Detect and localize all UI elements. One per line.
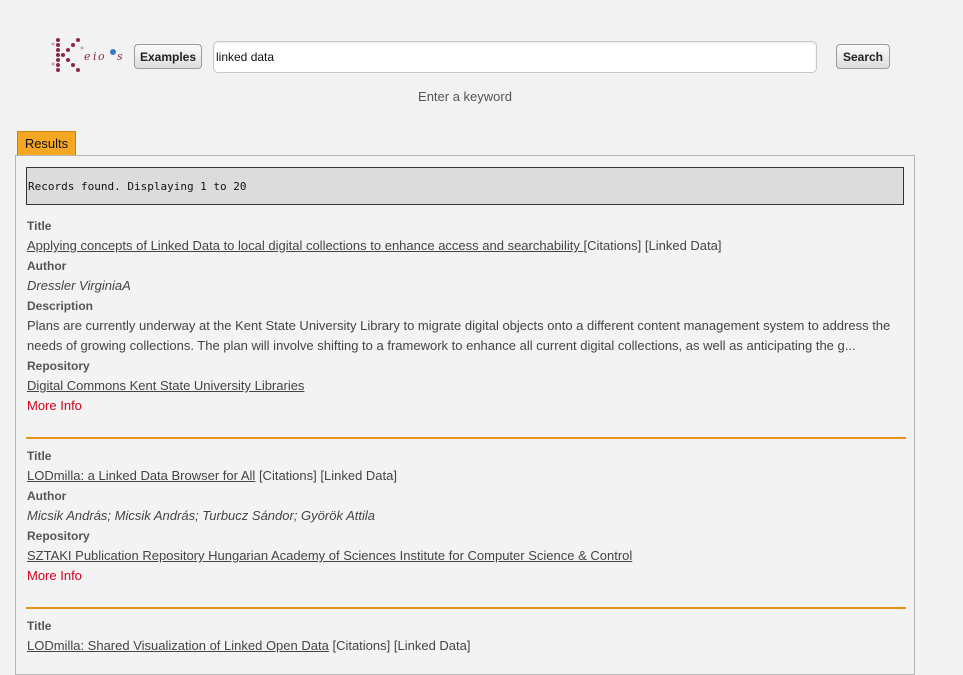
linked-data-link[interactable]: [Linked Data] xyxy=(320,468,397,483)
results-panel: Records found. Displaying 1 to 20 Title … xyxy=(15,155,915,675)
result-item: Title LODmilla: a Linked Data Browser fo… xyxy=(27,446,907,586)
title-label: Title xyxy=(27,449,52,463)
examples-button[interactable]: Examples xyxy=(134,44,202,69)
more-info-link[interactable]: More Info xyxy=(27,566,907,586)
result-title-link[interactable]: LODmilla: Shared Visualization of Linked… xyxy=(27,638,329,653)
result-separator xyxy=(26,437,906,439)
author-label: Author xyxy=(27,489,67,503)
svg-text:s: s xyxy=(117,50,123,63)
citations-link[interactable]: [Citations] xyxy=(332,638,390,653)
keios-logo: e i o s xyxy=(50,34,128,78)
svg-text:i: i xyxy=(93,50,97,63)
search-button[interactable]: Search xyxy=(836,44,890,69)
result-title-line: LODmilla: Shared Visualization of Linked… xyxy=(27,636,907,656)
result-description: Plans are currently underway at the Kent… xyxy=(27,318,891,353)
result-repository-link[interactable]: Digital Commons Kent State University Li… xyxy=(27,378,304,393)
author-label: Author xyxy=(27,259,67,273)
svg-text:o: o xyxy=(98,50,105,63)
result-repository-link[interactable]: SZTAKI Publication Repository Hungarian … xyxy=(27,548,632,563)
result-title-link[interactable]: LODmilla: a Linked Data Browser for All xyxy=(27,468,255,483)
svg-text:e: e xyxy=(84,50,91,63)
title-label: Title xyxy=(27,619,52,633)
linked-data-link[interactable]: [Linked Data] xyxy=(645,238,722,253)
result-title-line: LODmilla: a Linked Data Browser for All … xyxy=(27,466,907,486)
result-author: Micsik András; Micsik András; Turbucz Sá… xyxy=(27,508,375,523)
citations-link[interactable]: [Citations] xyxy=(583,238,641,253)
tab-results[interactable]: Results xyxy=(17,131,76,155)
description-label: Description xyxy=(27,299,94,313)
records-status: Records found. Displaying 1 to 20 xyxy=(26,167,904,205)
result-author: Dressler VirginiaA xyxy=(27,278,131,293)
repository-label: Repository xyxy=(27,529,90,543)
linked-data-link[interactable]: [Linked Data] xyxy=(394,638,471,653)
result-title-link[interactable]: Applying concepts of Linked Data to loca… xyxy=(27,238,583,253)
repository-label: Repository xyxy=(27,359,90,373)
more-info-link[interactable]: More Info xyxy=(27,396,907,416)
result-title-line: Applying concepts of Linked Data to loca… xyxy=(27,236,907,256)
result-item: Title LODmilla: Shared Visualization of … xyxy=(27,616,907,656)
result-separator xyxy=(26,607,906,609)
search-hint: Enter a keyword xyxy=(418,89,512,104)
title-label: Title xyxy=(27,219,52,233)
citations-link[interactable]: [Citations] xyxy=(259,468,317,483)
result-item: Title Applying concepts of Linked Data t… xyxy=(27,216,907,416)
search-input[interactable] xyxy=(213,41,817,73)
